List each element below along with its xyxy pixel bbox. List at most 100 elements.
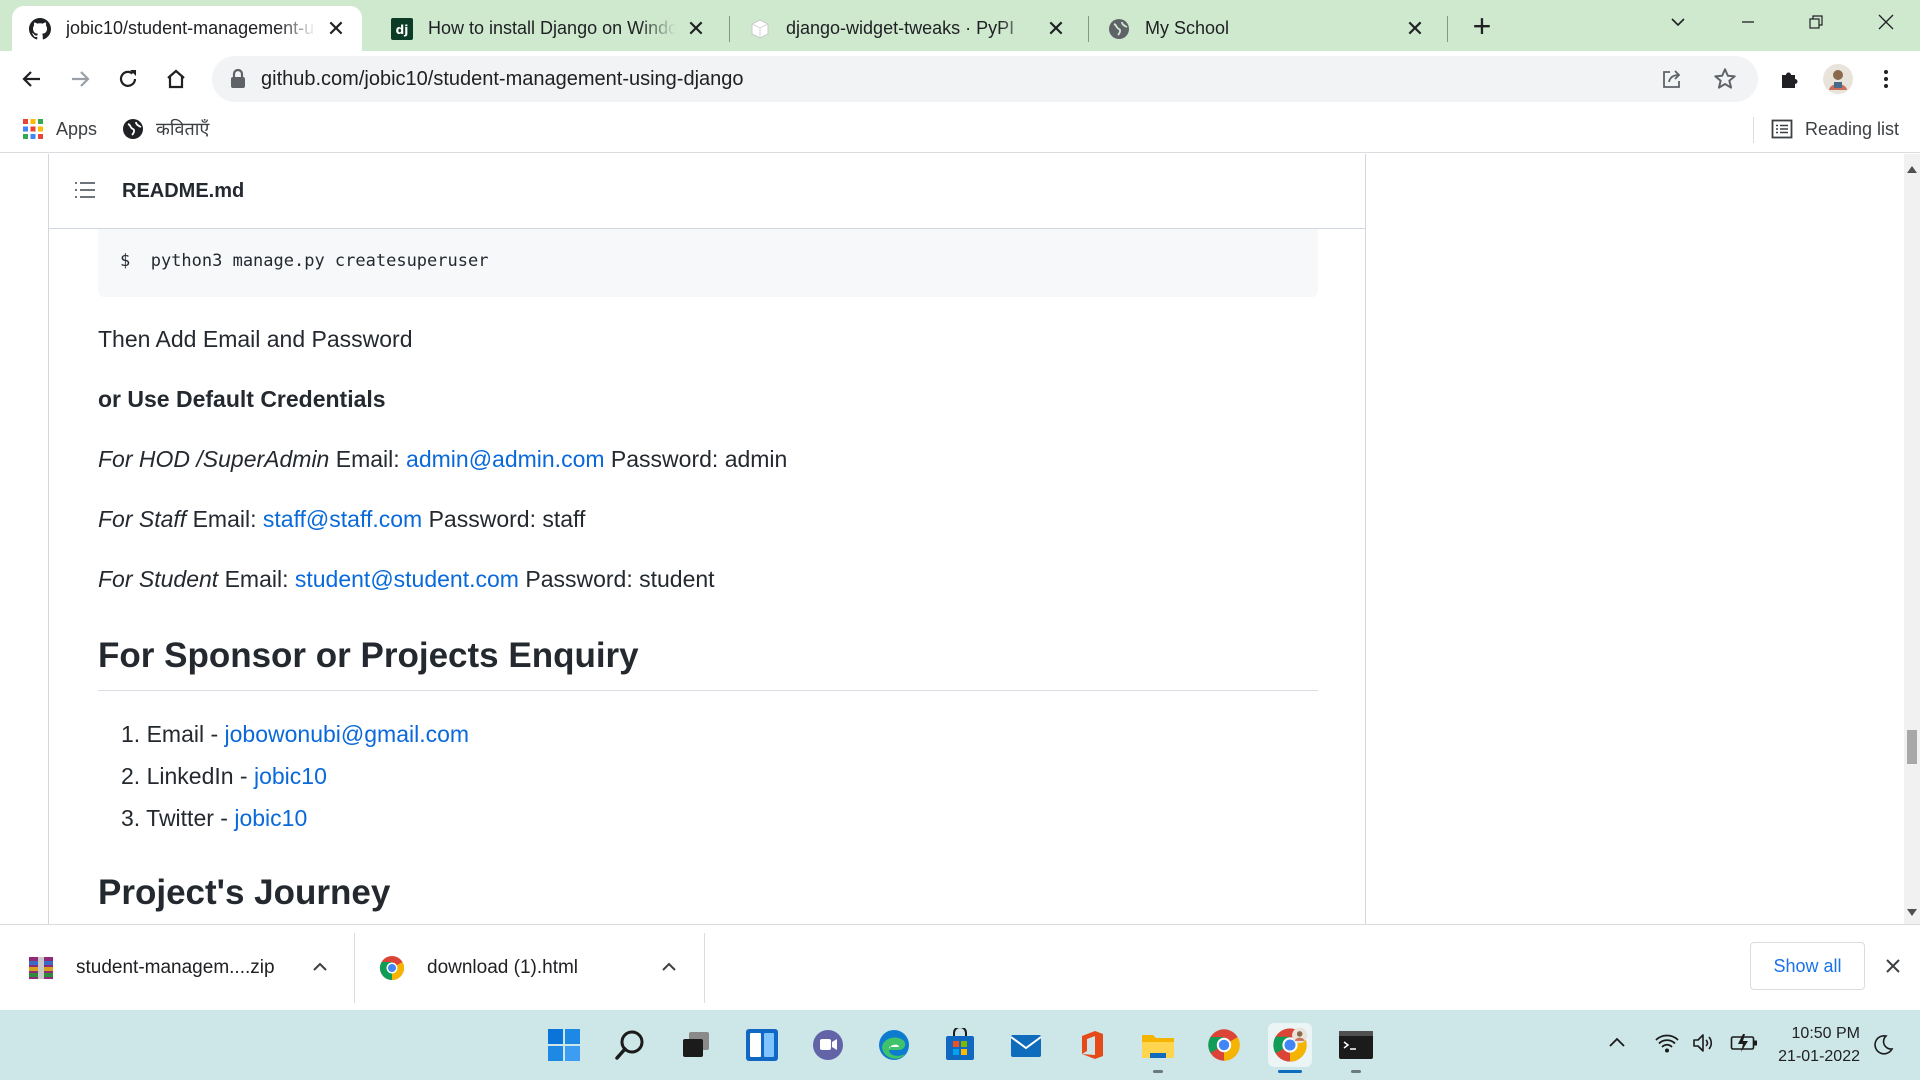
bold-text: or Use Default Credentials (98, 386, 386, 412)
readme-filename: README.md (122, 180, 245, 202)
volume-icon[interactable] (1692, 1032, 1718, 1054)
window-close-icon[interactable] (1852, 0, 1920, 44)
microsoft-store-icon[interactable] (938, 1023, 982, 1067)
bookmarks-bar: Apps कविताएँ Reading list (0, 107, 1920, 153)
email-link[interactable]: student@student.com (295, 566, 519, 592)
contact-link[interactable]: jobic10 (234, 805, 307, 831)
minimize-icon[interactable] (1714, 0, 1782, 44)
mail-icon[interactable] (1004, 1023, 1048, 1067)
windows-taskbar: 10:50 PM 21-01-2022 (0, 1010, 1920, 1080)
taskbar-clock[interactable]: 10:50 PM 21-01-2022 (1760, 1022, 1860, 1068)
readme-header: README.md (49, 154, 1365, 229)
code-line: $ python3 manage.py createsuperuser (120, 251, 489, 271)
file-explorer-icon[interactable] (1136, 1023, 1180, 1073)
tab-pypi[interactable]: django-widget-tweaks · PyPI ✕ (732, 6, 1082, 51)
tab-search-chevron-icon[interactable] (1644, 0, 1712, 44)
globe-icon (122, 118, 144, 140)
windows-start-icon[interactable] (542, 1023, 586, 1067)
chrome-profile-icon[interactable] (1268, 1023, 1312, 1073)
search-icon[interactable] (608, 1023, 652, 1067)
running-indicator (1153, 1070, 1163, 1073)
paragraph-default-credentials: or Use Default Credentials (98, 386, 386, 413)
chrome-icon[interactable] (1202, 1023, 1246, 1067)
reading-list-icon (1771, 118, 1793, 140)
tab-separator (729, 16, 730, 42)
forward-arrow-icon[interactable] (62, 61, 98, 97)
widgets-icon[interactable] (740, 1023, 784, 1067)
reading-list-label: Reading list (1805, 118, 1900, 139)
chevron-up-icon[interactable] (659, 957, 679, 977)
password-value: admin (724, 446, 788, 472)
battery-charging-icon[interactable] (1730, 1032, 1758, 1054)
show-hidden-icons-chevron-icon[interactable] (1606, 1032, 1628, 1054)
download-item-zip[interactable]: student-managem....zip (28, 933, 338, 1003)
url-text[interactable]: github.com/jobic10/student-management-us… (261, 68, 744, 91)
close-icon[interactable] (1880, 953, 1906, 979)
address-bar[interactable]: github.com/jobic10/student-management-us… (212, 56, 1758, 102)
bookmark-kavitaen[interactable]: कविताएँ (122, 115, 209, 143)
bookmark-apps[interactable]: Apps (22, 115, 97, 143)
winrar-archive-icon (28, 955, 54, 981)
tab-github[interactable]: jobic10/student-management-using-django … (12, 6, 362, 51)
close-icon[interactable]: ✕ (686, 16, 706, 41)
password-label: Password: (525, 566, 633, 592)
contact-link[interactable]: jobowonubi@gmail.com (225, 721, 470, 747)
back-arrow-icon[interactable] (14, 61, 50, 97)
focus-assist-moon-icon[interactable] (1872, 1034, 1894, 1056)
close-icon[interactable]: ✕ (1046, 16, 1066, 41)
task-view-icon[interactable] (674, 1023, 718, 1067)
chrome-menu-icon[interactable] (1868, 61, 1904, 97)
tab-django-install[interactable]: dj How to install Django on Windows ✕ (374, 6, 722, 51)
extensions-puzzle-icon[interactable] (1772, 61, 1808, 97)
credential-role: For Staff (98, 506, 187, 532)
bookmark-star-icon[interactable] (1712, 66, 1738, 97)
download-separator (354, 933, 355, 1003)
tab-separator (1088, 16, 1089, 42)
email-link[interactable]: staff@staff.com (263, 506, 422, 532)
profile-avatar[interactable] (1820, 61, 1856, 97)
download-item-html[interactable]: download (1).html (379, 933, 679, 1003)
restore-icon[interactable] (1782, 0, 1850, 44)
terminal-icon[interactable] (1334, 1023, 1378, 1073)
new-tab-button[interactable]: + (1466, 8, 1498, 44)
tab-title: My School (1145, 18, 1230, 38)
teams-chat-icon[interactable] (806, 1023, 850, 1067)
wifi-icon[interactable] (1654, 1032, 1680, 1054)
scroll-up-arrow-icon[interactable] (1907, 166, 1917, 173)
show-all-button[interactable]: Show all (1750, 942, 1865, 990)
system-tray (1606, 1032, 1758, 1054)
email-label: Email: (192, 506, 257, 532)
tab-separator (1447, 16, 1448, 42)
download-filename: student-managem....zip (76, 957, 275, 978)
password-value: student (639, 566, 715, 592)
reload-icon[interactable] (110, 61, 146, 97)
code-block: $ python3 manage.py createsuperuser (98, 229, 1318, 297)
email-link[interactable]: admin@admin.com (406, 446, 604, 472)
dj-icon: dj (390, 17, 414, 41)
page-scrollbar[interactable] (1904, 154, 1920, 924)
pypi-icon (748, 17, 772, 41)
chevron-up-icon[interactable] (310, 957, 330, 977)
home-icon[interactable] (158, 61, 194, 97)
svg-text:dj: dj (396, 23, 409, 37)
reading-list-button[interactable]: Reading list (1771, 115, 1899, 143)
download-filename: download (1).html (427, 957, 579, 978)
clock-date: 21-01-2022 (1778, 1048, 1860, 1065)
list-item-email: 1. Email - jobowonubi@gmail.com (121, 721, 469, 748)
close-icon[interactable]: ✕ (1405, 16, 1425, 41)
scroll-down-arrow-icon[interactable] (1907, 909, 1917, 916)
page-content: README.md $ python3 manage.py createsupe… (0, 154, 1904, 924)
office-icon[interactable] (1070, 1023, 1114, 1067)
edge-browser-icon[interactable] (872, 1023, 916, 1067)
scroll-thumb[interactable] (1907, 730, 1917, 764)
list-item-linkedin: 2. LinkedIn - jobic10 (121, 763, 327, 790)
running-indicator (1351, 1070, 1361, 1073)
tab-my-school[interactable]: My School ✕ (1091, 6, 1441, 51)
contact-link[interactable]: jobic10 (254, 763, 327, 789)
credential-row-hod: For HOD /SuperAdmin Email: admin@admin.c… (98, 446, 787, 473)
lock-icon[interactable] (230, 68, 246, 94)
list-number: 1. (121, 721, 141, 747)
share-icon[interactable] (1660, 67, 1684, 96)
outline-list-icon[interactable] (74, 180, 96, 205)
close-icon[interactable]: ✕ (326, 16, 346, 41)
